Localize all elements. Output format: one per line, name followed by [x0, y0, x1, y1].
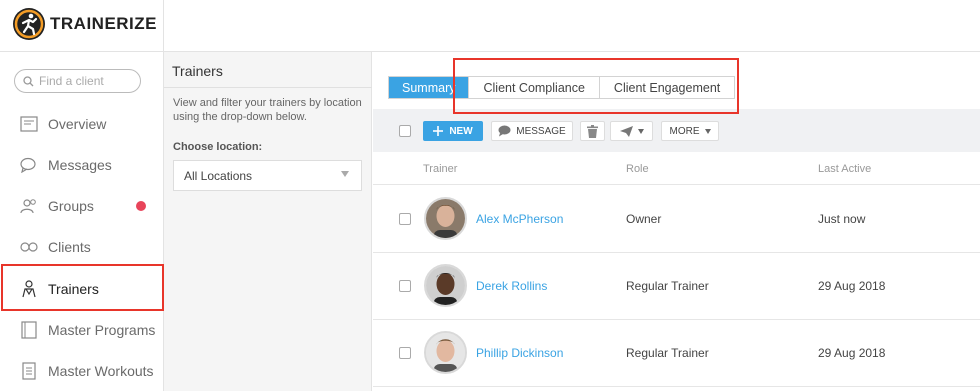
- clients-icon: [20, 238, 38, 256]
- table-row[interactable]: Alex McPherson Owner Just now: [373, 186, 980, 253]
- trainer-last-active: Just now: [818, 212, 866, 226]
- sidebar-item-label: Clients: [48, 238, 91, 255]
- panel-title: Trainers: [172, 63, 223, 79]
- overview-icon: [20, 115, 38, 133]
- programs-icon: [20, 320, 38, 339]
- message-button[interactable]: MESSAGE: [491, 121, 573, 141]
- highlight-box-trainers: [1, 264, 164, 311]
- panel-description: View and filter your trainers by locatio…: [173, 97, 362, 123]
- search-input[interactable]: [39, 74, 129, 88]
- trainer-last-active: 29 Aug 2018: [818, 346, 886, 360]
- row-checkbox[interactable]: [399, 213, 411, 225]
- trainer-role: Owner: [626, 212, 662, 226]
- toolbar: NEW MESSAGE MORE: [373, 109, 980, 152]
- trainer-name-link[interactable]: Derek Rollins: [476, 279, 547, 293]
- sidebar: Overview Messages Groups Clients Trainer…: [0, 52, 164, 391]
- select-all-checkbox[interactable]: [399, 125, 411, 137]
- logo-text: TRAINERIZE: [50, 14, 157, 33]
- column-header-last-active[interactable]: Last Active: [818, 163, 871, 175]
- sidebar-item-clients[interactable]: Clients: [0, 226, 164, 267]
- trainerize-logo-icon: [13, 8, 45, 40]
- trainer-last-active: 29 Aug 2018: [818, 279, 886, 293]
- sidebar-item-label: Master Programs: [48, 321, 156, 338]
- paper-plane-icon: [619, 125, 633, 137]
- table-header: Trainer Role Last Active: [373, 152, 980, 185]
- divider: [164, 87, 372, 88]
- more-button[interactable]: MORE: [661, 121, 719, 141]
- row-checkbox[interactable]: [399, 280, 411, 292]
- workouts-icon: [20, 361, 38, 380]
- table-row[interactable]: Phillip Dickinson Regular Trainer 29 Aug…: [373, 320, 980, 387]
- logo-area: TRAINERIZE: [0, 0, 164, 52]
- trainer-name-link[interactable]: Phillip Dickinson: [476, 346, 563, 360]
- highlight-box-tabs: [453, 58, 739, 114]
- sidebar-item-label: Messages: [48, 156, 112, 173]
- chat-icon: [498, 125, 511, 137]
- trainer-name-link[interactable]: Alex McPherson: [476, 212, 563, 226]
- new-button-label: NEW: [449, 125, 473, 137]
- delete-button[interactable]: [580, 121, 605, 141]
- plus-icon: [433, 126, 444, 136]
- send-button[interactable]: [610, 121, 653, 141]
- groups-icon: [20, 197, 38, 215]
- search-icon: [23, 75, 34, 86]
- message-button-label: MESSAGE: [516, 125, 566, 137]
- chevron-down-icon: [637, 128, 644, 134]
- chevron-down-icon: [341, 171, 349, 177]
- sidebar-item-master-workouts[interactable]: Master Workouts: [0, 350, 164, 391]
- sidebar-item-master-programs[interactable]: Master Programs: [0, 309, 164, 350]
- location-value: All Locations: [184, 168, 253, 183]
- sidebar-item-overview[interactable]: Overview: [0, 103, 164, 144]
- trainer-role: Regular Trainer: [626, 279, 709, 293]
- avatar: [424, 264, 467, 307]
- trainerize-logo[interactable]: TRAINERIZE: [12, 7, 157, 41]
- notification-dot: [136, 200, 146, 211]
- more-button-label: MORE: [669, 125, 700, 137]
- sidebar-item-label: Groups: [48, 197, 94, 214]
- top-bar: TRAINERIZE: [0, 0, 980, 52]
- sidebar-item-label: Master Workouts: [48, 362, 154, 379]
- filter-panel: Trainers View and filter your trainers b…: [164, 52, 372, 391]
- trainer-role: Regular Trainer: [626, 346, 709, 360]
- table-row[interactable]: Derek Rollins Regular Trainer 29 Aug 201…: [373, 253, 980, 320]
- trash-icon: [587, 124, 598, 138]
- row-checkbox[interactable]: [399, 347, 411, 359]
- sidebar-item-groups[interactable]: Groups: [0, 185, 164, 226]
- avatar: [424, 197, 467, 240]
- client-search[interactable]: [14, 69, 141, 93]
- avatar: [424, 331, 467, 374]
- chevron-down-icon: [704, 128, 711, 134]
- messages-icon: [20, 156, 38, 174]
- location-select[interactable]: All Locations: [173, 160, 362, 191]
- location-label: Choose location:: [173, 141, 263, 153]
- column-header-role[interactable]: Role: [626, 163, 649, 175]
- column-header-trainer[interactable]: Trainer: [423, 163, 457, 175]
- sidebar-item-messages[interactable]: Messages: [0, 144, 164, 185]
- sidebar-item-label: Overview: [48, 115, 107, 132]
- new-button[interactable]: NEW: [423, 121, 483, 141]
